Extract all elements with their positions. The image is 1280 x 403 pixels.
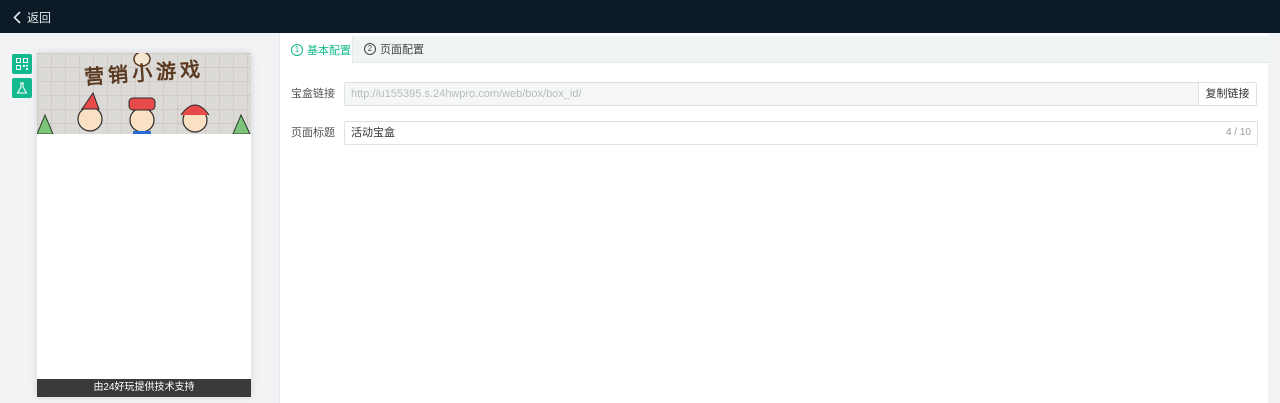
- title-label: 页面标题: [291, 127, 335, 139]
- flask-icon: [16, 82, 28, 94]
- back-label: 返回: [27, 10, 52, 25]
- page-title-input[interactable]: 活动宝盒 4 / 10: [344, 121, 1258, 145]
- qrcode-button[interactable]: [12, 54, 32, 74]
- tab-label: 页面配置: [380, 44, 424, 56]
- game-banner: 营销小游戏: [37, 53, 251, 134]
- preview-footer: 由24好玩提供技术支持: [37, 379, 251, 397]
- test-button[interactable]: [12, 78, 32, 98]
- chevron-left-icon: [13, 10, 21, 24]
- top-bar: 返回: [0, 0, 1280, 33]
- preview-tools: [12, 54, 32, 102]
- tab-number: 1: [291, 43, 303, 56]
- link-row: 宝盒链接 http://u155395.s.24hwpro.com/web/bo…: [280, 82, 1268, 106]
- char-count: 4 / 10: [1225, 127, 1251, 138]
- link-input[interactable]: http://u155395.s.24hwpro.com/web/box/box…: [344, 82, 1199, 106]
- back-button[interactable]: 返回: [13, 9, 51, 25]
- page-title-value: 活动宝盒: [351, 127, 395, 139]
- config-tabs: 1 基本配置 2 页面配置: [280, 36, 1268, 63]
- tab-page-config[interactable]: 2 页面配置: [364, 36, 424, 62]
- config-panel: 1 基本配置 2 页面配置 宝盒链接 http://u155395.s.24hw…: [279, 33, 1268, 403]
- copy-link-button[interactable]: 复制链接: [1198, 82, 1257, 106]
- link-label: 宝盒链接: [291, 88, 335, 100]
- tab-label: 基本配置: [307, 44, 351, 57]
- title-row: 页面标题 活动宝盒 4 / 10: [280, 121, 1268, 145]
- tab-basic-config[interactable]: 1 基本配置: [280, 36, 353, 63]
- tab-number: 2: [364, 43, 376, 55]
- phone-preview: 营销小游戏 由24好玩提供技术支持: [37, 53, 251, 397]
- qrcode-icon: [16, 58, 28, 70]
